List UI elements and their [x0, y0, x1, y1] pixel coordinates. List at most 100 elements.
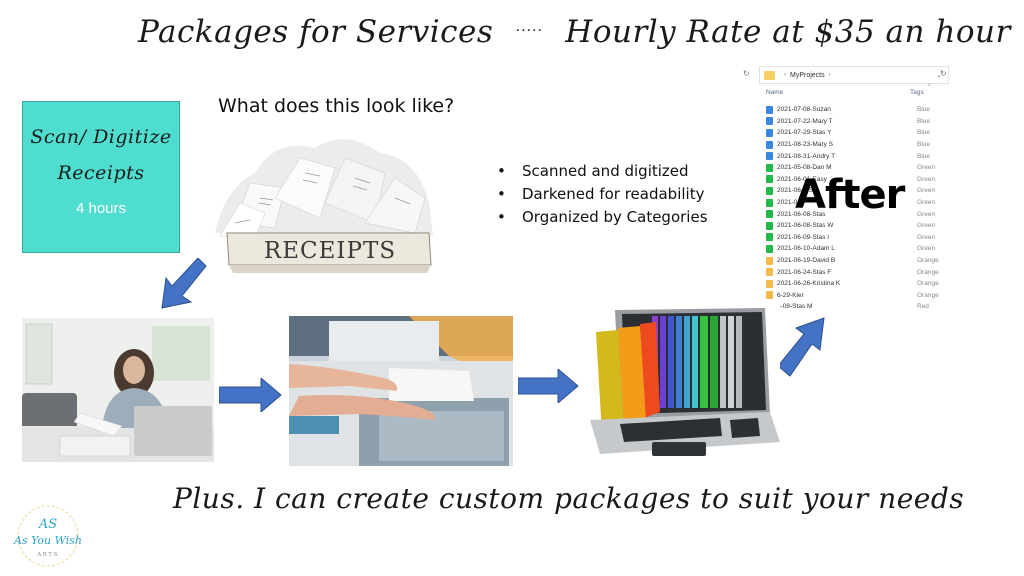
file-row[interactable]: 2021-06-08-Stas W Green: [766, 220, 956, 232]
folder-icon: [766, 279, 773, 288]
folder-icon: [766, 105, 773, 114]
file-name: 2021-06-19-David B: [777, 257, 836, 265]
logo-name: As You Wish: [13, 534, 82, 547]
folder-icon: [766, 221, 773, 230]
feature-list: Scanned and digitized Darkened for reada…: [495, 160, 708, 229]
file-name: 2021-06-24-Stas F: [777, 268, 832, 276]
file-tag: Green: [917, 164, 936, 172]
sort-up-icon: ^: [928, 84, 931, 90]
folder-icon: [766, 291, 773, 300]
service-package-box: Scan/ Digitize Receipts 4 hours: [22, 101, 180, 253]
file-name: 6-08-Stas M: [777, 303, 813, 311]
folder-icon: [766, 268, 773, 277]
file-row[interactable]: 2021-07-22-Mary T Blue: [766, 116, 956, 128]
folder-icon: [766, 198, 773, 207]
file-tag: Red: [917, 303, 929, 311]
folder-icon: [766, 152, 773, 161]
folder-icon: [766, 256, 773, 265]
file-tag: Green: [917, 245, 936, 253]
file-tag: Green: [917, 210, 936, 218]
file-row[interactable]: 2021-06-26-Kristina K Orange: [766, 278, 956, 290]
file-name: 2021-08-23-Mary S: [777, 141, 833, 149]
file-row[interactable]: 2021-06-19-David B Orange: [766, 255, 956, 267]
chevron-right-icon: ›: [828, 72, 831, 78]
file-row[interactable]: 6-29-Kler Orange: [766, 290, 956, 302]
breadcrumb-myprojects[interactable]: MyProjects: [790, 72, 825, 79]
file-name: 2021-06-09-Stas I: [777, 233, 830, 241]
after-label: After: [795, 172, 905, 218]
folder-icon: [766, 210, 773, 219]
arrow-down-left-icon: [161, 258, 207, 309]
receipts-box-image: RECEIPTS: [215, 139, 433, 273]
folder-icon: [766, 175, 773, 184]
file-name: 2021-07-08-Suzan: [777, 106, 831, 114]
question-heading: What does this look like?: [218, 95, 455, 117]
file-tag: Green: [917, 199, 936, 207]
file-row[interactable]: 2021-06-24-Stas F Orange: [766, 266, 956, 278]
file-row[interactable]: 2021-07-29-Stas Y Blue: [766, 127, 956, 139]
title-left: Packages for Services: [138, 14, 494, 50]
folder-icon: [764, 70, 775, 80]
column-header-name[interactable]: Name: [766, 89, 783, 96]
refresh-icon[interactable]: ↻: [743, 69, 750, 78]
address-bar[interactable]: › MyProjects › ⌄: [759, 66, 949, 84]
logo-monogram: AS: [38, 517, 57, 532]
folder-icon: [766, 117, 773, 126]
file-row[interactable]: 2021-06-10-Adam L Green: [766, 243, 956, 255]
file-tag: Blue: [917, 129, 931, 137]
refresh-icon[interactable]: ↻: [940, 69, 947, 78]
file-row[interactable]: 6-08-Stas M Red: [766, 301, 956, 313]
as-you-wish-arts-logo: AS As You Wish ARTS: [13, 505, 82, 567]
arrow-up-right-icon: [777, 317, 825, 377]
file-tag: Green: [917, 222, 936, 230]
box-front: RECEIPTS: [226, 232, 432, 273]
file-tag: Orange: [917, 291, 939, 299]
file-name: 2021-08-31-Andry T: [777, 152, 836, 160]
file-tag: Green: [917, 187, 936, 195]
file-tag: Green: [917, 175, 936, 183]
title-right: Hourly Rate at $35 an hour: [565, 14, 1011, 50]
receipt-papers: [215, 139, 433, 239]
feature-item: Organized by Categories: [495, 206, 708, 229]
custom-packages-note: Plus. I can create custom packages to su…: [173, 482, 965, 515]
file-tag: Orange: [917, 280, 939, 288]
column-header-tags[interactable]: Tags: [910, 89, 924, 96]
woman-with-receipts-photo: [22, 318, 214, 462]
arrow-right-icon: [219, 378, 282, 412]
folder-icon: [766, 244, 773, 253]
file-name: 2021-06-08-Stas W: [777, 222, 834, 230]
file-name: 2021-07-29-Stas Y: [777, 129, 832, 137]
feature-item: Scanned and digitized: [495, 160, 708, 183]
file-tag: Blue: [917, 117, 931, 125]
file-tag: Green: [917, 233, 936, 241]
file-tag: Orange: [917, 268, 939, 276]
file-row[interactable]: 2021-07-08-Suzan Blue: [766, 104, 956, 116]
file-name: 2021-06-26-Kristina K: [777, 280, 841, 288]
file-row[interactable]: 2021-06-09-Stas I Green: [766, 232, 956, 244]
scanner-photo: [289, 316, 513, 466]
folder-icon: [766, 163, 773, 172]
file-name: 2021-07-22-Mary T: [777, 117, 833, 125]
file-name: 2021-06-10-Adam L: [777, 245, 835, 253]
logo-sub: ARTS: [36, 552, 58, 558]
service-hours: 4 hours: [75, 200, 127, 217]
file-row[interactable]: 2021-08-31-Andry T Blue: [766, 150, 956, 162]
file-tag: Blue: [917, 141, 931, 149]
folder-icon: [766, 140, 773, 149]
file-tag: Blue: [917, 152, 931, 160]
file-name: 2021-05-08-Dan M: [777, 164, 832, 172]
receipts-box-label: RECEIPTS: [264, 238, 396, 264]
laptop-with-folders-photo: [580, 302, 780, 462]
file-row[interactable]: 2021-08-23-Mary S Blue: [766, 139, 956, 151]
feature-item: Darkened for readability: [495, 183, 708, 206]
folder-icon: [766, 128, 773, 137]
title-separator: .....: [515, 18, 543, 35]
folder-icon: [766, 186, 773, 195]
arrow-right-icon: [518, 369, 579, 403]
page-title: Packages for Services ..... Hourly Rate …: [138, 14, 1010, 64]
service-name-line1: Scan/ Digitize: [30, 126, 172, 148]
file-name: 6-29-Kler: [777, 291, 804, 299]
file-tag: Blue: [917, 106, 931, 114]
file-tag: Orange: [917, 257, 939, 265]
folder-icon: [766, 233, 773, 242]
